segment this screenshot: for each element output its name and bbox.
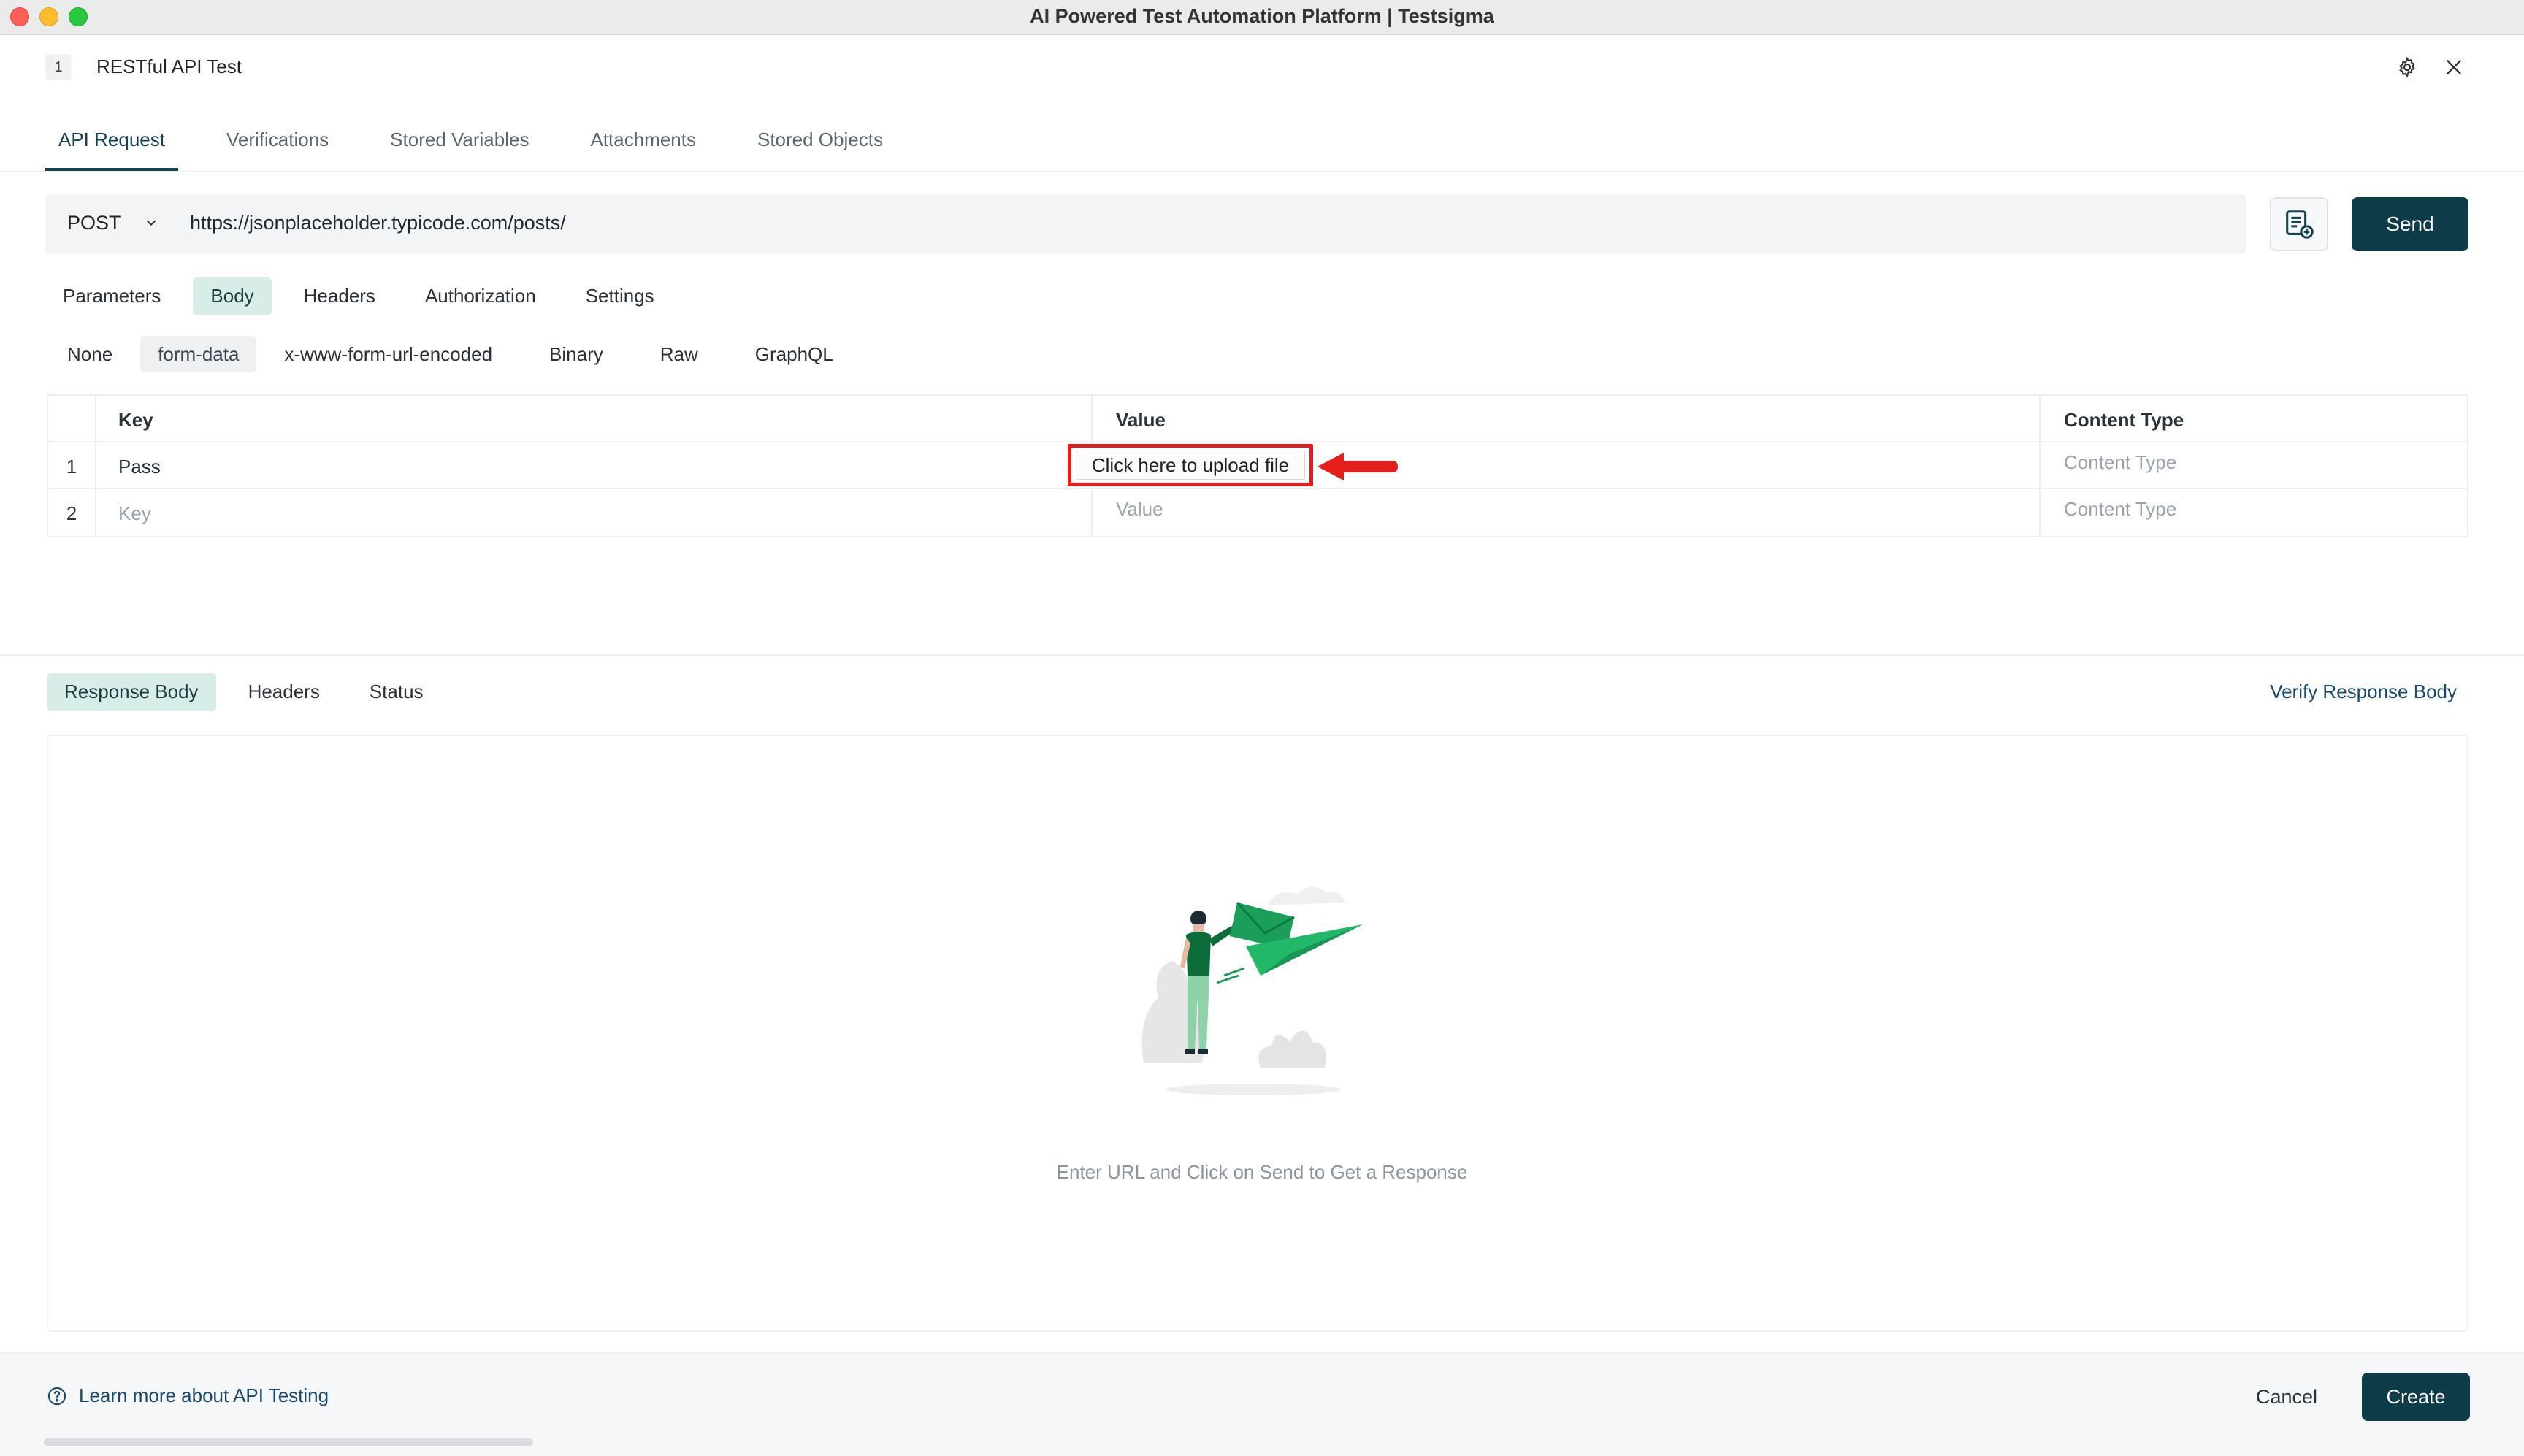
chevron-down-icon[interactable] bbox=[143, 215, 159, 234]
horizontal-scrollbar[interactable] bbox=[44, 1438, 533, 1446]
step-title: RESTful API Test bbox=[96, 55, 242, 77]
table-header-num bbox=[48, 396, 96, 442]
row-number: 2 bbox=[48, 489, 96, 536]
table-header-row: Key Value Content Type bbox=[48, 396, 2467, 442]
upload-file-highlight: Click here to upload file bbox=[1068, 444, 1313, 486]
key-field[interactable]: Pass bbox=[96, 442, 1093, 489]
tab-headers[interactable]: Headers bbox=[286, 277, 393, 315]
body-type-tabs: None form-data x-www-form-url-encoded Bi… bbox=[50, 336, 851, 372]
divider bbox=[0, 171, 2524, 172]
tab-settings[interactable]: Settings bbox=[568, 277, 672, 315]
send-button[interactable]: Send bbox=[2352, 197, 2468, 251]
upload-file-button[interactable]: Click here to upload file bbox=[1076, 451, 1305, 480]
learn-more-label: Learn more about API Testing bbox=[79, 1384, 329, 1406]
table-row: 2 Key Value Content Type bbox=[48, 489, 2467, 536]
cancel-button[interactable]: Cancel bbox=[2232, 1373, 2341, 1421]
verify-response-body-link[interactable]: Verify Response Body bbox=[2270, 681, 2457, 703]
body-type-form-data[interactable]: form-data bbox=[140, 336, 257, 372]
body-type-raw[interactable]: Raw bbox=[643, 336, 716, 372]
tab-parameters[interactable]: Parameters bbox=[45, 277, 178, 315]
tab-response-body[interactable]: Response Body bbox=[47, 673, 216, 711]
request-url-bar: POST https://jsonplaceholder.typicode.co… bbox=[45, 194, 2246, 254]
request-tabs: Parameters Body Headers Authorization Se… bbox=[45, 277, 672, 315]
tab-authorization[interactable]: Authorization bbox=[408, 277, 554, 315]
body-type-url-encoded[interactable]: x-www-form-url-encoded bbox=[267, 336, 510, 372]
tab-stored-variables[interactable]: Stored Variables bbox=[377, 124, 542, 171]
tab-stored-objects[interactable]: Stored Objects bbox=[744, 124, 896, 171]
key-field[interactable]: Key bbox=[96, 489, 1093, 536]
settings-gear-icon[interactable] bbox=[2391, 51, 2423, 83]
help-circle-icon bbox=[47, 1387, 66, 1405]
url-input[interactable]: https://jsonplaceholder.typicode.com/pos… bbox=[190, 212, 566, 234]
save-request-button[interactable] bbox=[2270, 197, 2328, 251]
table-header-key: Key bbox=[96, 396, 1093, 442]
close-icon[interactable] bbox=[2438, 51, 2470, 83]
content-type-field[interactable]: Content Type bbox=[2041, 489, 2468, 536]
tab-response-status[interactable]: Status bbox=[352, 673, 441, 711]
content-type-field[interactable]: Content Type bbox=[2041, 442, 2468, 489]
row-number: 1 bbox=[48, 442, 96, 489]
step-number-badge: 1 bbox=[45, 54, 72, 80]
window-title: AI Powered Test Automation Platform | Te… bbox=[1030, 5, 1494, 27]
response-tabs: Response Body Headers Status bbox=[47, 673, 441, 711]
value-field[interactable]: Value bbox=[1093, 489, 2041, 536]
divider bbox=[0, 654, 2524, 656]
top-tabs: API Request Verifications Stored Variabl… bbox=[45, 124, 896, 171]
response-empty-message: Enter URL and Click on Send to Get a Res… bbox=[1056, 1161, 1468, 1183]
create-button[interactable]: Create bbox=[2362, 1373, 2470, 1421]
tab-verifications[interactable]: Verifications bbox=[213, 124, 342, 171]
tab-attachments[interactable]: Attachments bbox=[577, 124, 709, 171]
tab-body[interactable]: Body bbox=[193, 277, 272, 315]
table-header-value: Value bbox=[1093, 396, 2041, 442]
body-type-none[interactable]: None bbox=[50, 336, 130, 372]
tab-response-headers[interactable]: Headers bbox=[231, 673, 337, 711]
body-type-binary[interactable]: Binary bbox=[532, 336, 621, 372]
learn-more-link[interactable]: Learn more about API Testing bbox=[47, 1384, 329, 1407]
send-envelope-illustration bbox=[1122, 873, 1385, 1111]
window-titlebar: AI Powered Test Automation Platform | Te… bbox=[0, 0, 2524, 35]
document-add-icon bbox=[2286, 210, 2314, 239]
table-header-content-type: Content Type bbox=[2064, 409, 2184, 431]
annotation-arrow-icon bbox=[1315, 448, 1399, 488]
tab-api-request[interactable]: API Request bbox=[45, 124, 178, 171]
body-type-graphql[interactable]: GraphQL bbox=[738, 336, 851, 372]
method-select[interactable]: POST bbox=[67, 212, 121, 234]
